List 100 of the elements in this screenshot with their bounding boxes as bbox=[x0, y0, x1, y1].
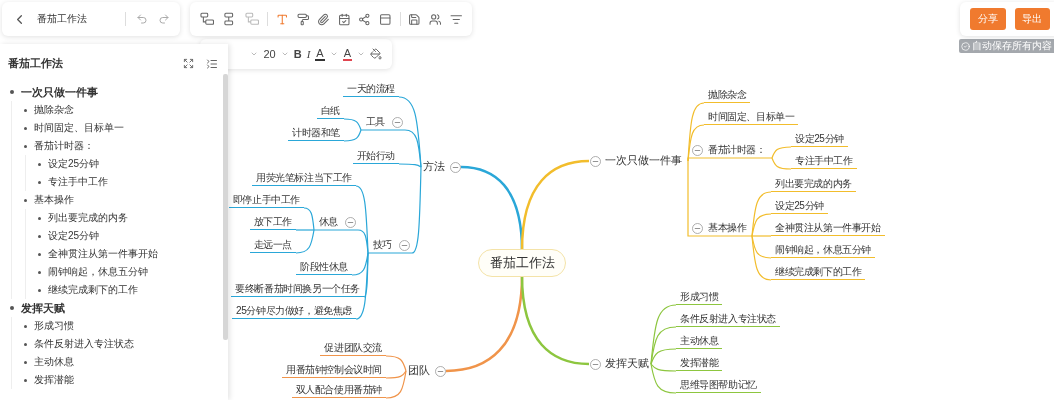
collapse-toggle[interactable] bbox=[344, 216, 356, 228]
outline-item[interactable]: 闹钟响起，休息五分钟 bbox=[48, 265, 148, 279]
mindmap-node[interactable]: 时间固定、目标单一 bbox=[704, 109, 799, 125]
mindmap-node[interactable]: 条件反射进入专注状态 bbox=[676, 311, 780, 327]
outline-item[interactable]: 设定25分钟 bbox=[48, 157, 100, 171]
collapse-toggle[interactable] bbox=[691, 222, 703, 234]
paperclip-icon[interactable] bbox=[317, 12, 330, 26]
panel-icon[interactable] bbox=[379, 12, 392, 26]
mindmap-node[interactable]: 用番茄钟控制会议时间 bbox=[282, 362, 386, 378]
outline-item[interactable]: 列出要完成的内务 bbox=[48, 211, 128, 225]
autosave-text: 自动保存所有内容 bbox=[972, 39, 1052, 53]
collapse-toggle[interactable] bbox=[589, 155, 601, 167]
list-icon[interactable] bbox=[449, 12, 463, 26]
mindmap-node[interactable]: 主动休息 bbox=[676, 333, 723, 349]
bullet-icon bbox=[24, 198, 27, 202]
bullet-icon bbox=[24, 126, 27, 130]
mindmap-node[interactable]: 白纸 bbox=[316, 103, 344, 119]
mindmap-node[interactable]: 走远一点 bbox=[249, 237, 296, 253]
paint-roller-icon[interactable] bbox=[296, 12, 310, 26]
mindmap-node[interactable]: 一天的流程 bbox=[343, 81, 399, 97]
bullet-icon bbox=[24, 324, 27, 328]
mindmap-node[interactable]: 用荧光笔标注当下工作 bbox=[252, 170, 356, 186]
mindmap-node[interactable]: 阶段性休息 bbox=[296, 259, 352, 275]
collapse-toggle[interactable] bbox=[691, 144, 703, 156]
collapse-toggle[interactable] bbox=[398, 239, 410, 251]
mindmap-node[interactable]: 番茄计时器： bbox=[704, 142, 770, 158]
outline-item[interactable]: 条件反射进入专注状态 bbox=[34, 337, 134, 351]
caret-icon[interactable] bbox=[250, 50, 259, 58]
mindmap-node[interactable]: 技巧 bbox=[368, 237, 396, 253]
calendar-check-icon[interactable] bbox=[337, 12, 351, 26]
outline-item[interactable]: 主动休息 bbox=[34, 355, 74, 369]
bullet-icon bbox=[24, 108, 27, 112]
mindmap-node[interactable]: 发挥天赋 bbox=[601, 356, 653, 372]
mindmap-node[interactable]: 工具 bbox=[361, 114, 389, 130]
scrollbar[interactable] bbox=[223, 74, 228, 340]
mindmap-node[interactable]: 促进团队交流 bbox=[320, 340, 386, 356]
text-icon[interactable] bbox=[276, 12, 289, 26]
root-node[interactable]: 番茄工作法 bbox=[478, 249, 566, 277]
save-icon[interactable] bbox=[408, 12, 421, 26]
mindmap-node[interactable]: 设定25分钟 bbox=[791, 131, 848, 147]
expand-icon[interactable] bbox=[183, 58, 194, 69]
outline-item[interactable]: 形成习惯 bbox=[34, 319, 74, 333]
share-nodes-icon[interactable] bbox=[358, 12, 371, 26]
collapse-toggle[interactable] bbox=[589, 358, 601, 370]
mindmap-node[interactable]: 一次只做一件事 bbox=[601, 153, 686, 169]
mindmap-node[interactable]: 开始行动 bbox=[352, 148, 399, 164]
outline-title: 番茄工作法 bbox=[8, 56, 64, 71]
mindmap-node[interactable]: 全神贯注从第一件事开始 bbox=[771, 220, 885, 236]
check-circle-icon bbox=[961, 41, 970, 51]
mindmap-node[interactable]: 发挥潜能 bbox=[676, 355, 723, 371]
mindmap-node[interactable]: 设定25分钟 bbox=[771, 198, 828, 214]
font-color-button[interactable]: A bbox=[315, 47, 325, 61]
linked-boxes-icon[interactable] bbox=[200, 12, 215, 26]
mindmap-node[interactable]: 思维导图帮助记忆 bbox=[676, 377, 761, 393]
mindmap-node[interactable]: 抛除杂念 bbox=[704, 87, 751, 103]
outline-item[interactable]: 发挥潜能 bbox=[34, 373, 74, 387]
mindmap-node[interactable]: 要终断番茄时间换另一个任务 bbox=[231, 281, 364, 297]
document-title[interactable]: 番茄工作法 bbox=[37, 12, 115, 26]
bullet-icon bbox=[38, 252, 41, 256]
collapse-toggle[interactable] bbox=[449, 161, 461, 173]
mindmap-node[interactable]: 形成习惯 bbox=[676, 289, 723, 305]
mindmap-node[interactable]: 双人配合使用番茄钟 bbox=[291, 382, 386, 398]
paint-bucket-icon[interactable] bbox=[370, 48, 382, 60]
outline-item[interactable]: 发挥天赋 bbox=[21, 300, 65, 316]
outline-item[interactable]: 基本操作 bbox=[34, 193, 74, 207]
mindmap-node[interactable]: 休息 bbox=[314, 214, 342, 230]
mindmap-node[interactable]: 计时器和笔 bbox=[288, 125, 344, 141]
outline-item[interactable]: 全神贯注从第一件事开始 bbox=[48, 247, 158, 261]
collapse-toggle[interactable] bbox=[434, 365, 446, 377]
outline-item[interactable]: 番茄计时器： bbox=[34, 139, 94, 153]
undo-icon[interactable] bbox=[136, 13, 148, 25]
bold-button[interactable]: B bbox=[293, 48, 302, 60]
outline-item[interactable]: 专注手中工作 bbox=[48, 175, 108, 189]
bullet-icon bbox=[24, 360, 27, 364]
outline-item[interactable]: 时间固定、目标单一 bbox=[34, 121, 124, 135]
redo-icon[interactable] bbox=[158, 13, 170, 25]
caret-icon[interactable] bbox=[357, 50, 365, 58]
mindmap-node[interactable]: 列出要完成的内务 bbox=[771, 176, 856, 192]
caret-icon[interactable] bbox=[329, 50, 338, 58]
list-collapse-icon[interactable] bbox=[206, 57, 218, 70]
bullet-icon bbox=[38, 180, 41, 184]
caret-icon[interactable] bbox=[280, 50, 289, 58]
mindmap-node[interactable]: 基本操作 bbox=[704, 220, 751, 236]
users-icon[interactable] bbox=[429, 12, 442, 26]
outline-item[interactable]: 抛除杂念 bbox=[34, 103, 74, 117]
mindmap-node[interactable]: 放下工作 bbox=[249, 214, 296, 230]
outline-item[interactable]: 设定25分钟 bbox=[48, 229, 100, 243]
collapse-toggle[interactable] bbox=[391, 116, 403, 128]
mindmap-node[interactable]: 闹钟响起，休息五分钟 bbox=[771, 242, 875, 258]
highlight-button[interactable]: A bbox=[342, 47, 352, 61]
italic-button[interactable]: I bbox=[306, 48, 311, 60]
mindmap-node[interactable]: 方法 bbox=[419, 159, 449, 175]
mindmap-node[interactable]: 团队 bbox=[404, 363, 434, 379]
mindmap-node[interactable]: 25分钟尽力做好，避免焦虑 bbox=[232, 303, 356, 319]
mindmap-node[interactable]: 继续完成剩下的工作 bbox=[771, 264, 866, 280]
mindmap-node[interactable]: 专注手中工作 bbox=[791, 153, 857, 169]
font-size-select[interactable]: 20 bbox=[263, 48, 276, 60]
bullet-icon bbox=[38, 270, 41, 274]
outline-item[interactable]: 一次只做一件事 bbox=[21, 84, 98, 100]
outline-item[interactable]: 继续完成剩下的工作 bbox=[48, 283, 138, 297]
